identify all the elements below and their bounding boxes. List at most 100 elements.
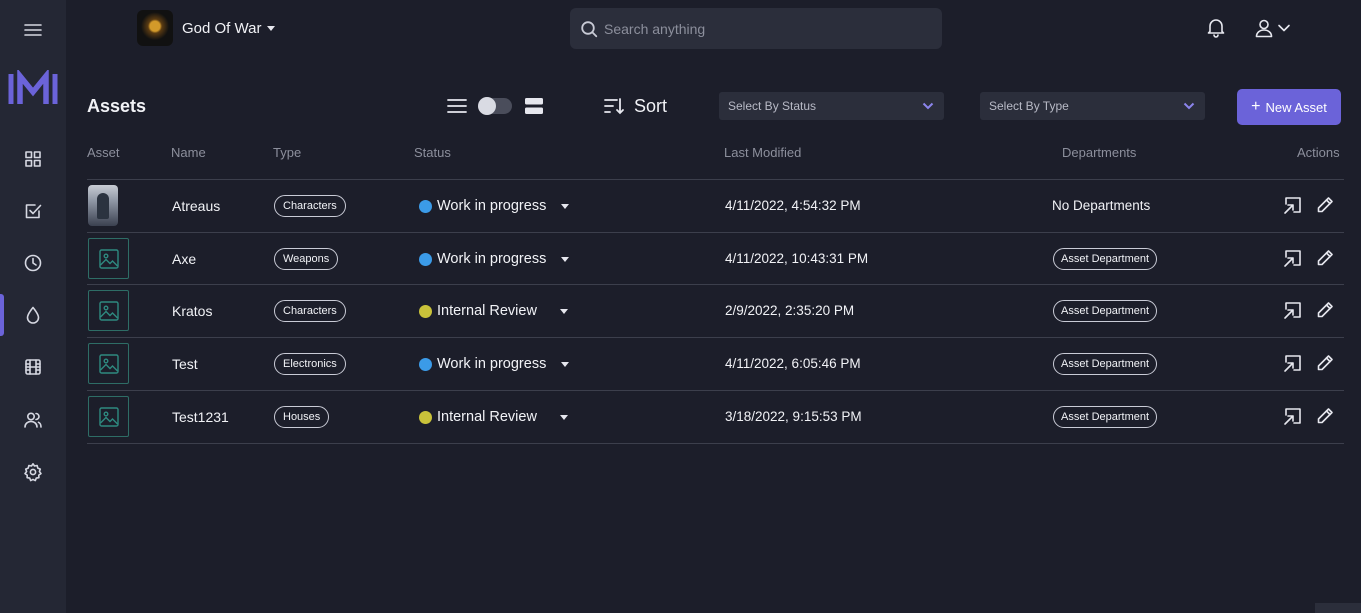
type-badge: Electronics <box>274 353 346 375</box>
project-name: God Of War <box>182 19 262 37</box>
image-placeholder-icon <box>98 406 119 427</box>
nav-dashboard[interactable] <box>0 139 66 179</box>
open-icon <box>1284 355 1301 372</box>
menu-button[interactable] <box>0 10 66 50</box>
status-label: Work in progress <box>437 198 547 214</box>
edit-icon <box>1317 355 1333 371</box>
status-label: Work in progress <box>437 356 547 372</box>
table-row[interactable]: Axe Weapons Work in progress 4/11/2022, … <box>87 232 1344 285</box>
search-icon <box>581 20 598 37</box>
edit-asset-button[interactable] <box>1315 195 1337 217</box>
last-modified: 4/11/2022, 10:43:31 PM <box>725 251 869 266</box>
open-asset-button[interactable] <box>1283 406 1305 428</box>
asset-thumbnail <box>88 185 118 226</box>
status-dropdown[interactable]: Internal Review <box>419 406 568 428</box>
type-badge: Houses <box>274 406 330 428</box>
status-filter-select[interactable]: Select By Status <box>719 92 944 120</box>
table-row[interactable]: Test Electronics Work in progress 4/11/2… <box>87 337 1344 390</box>
table-row[interactable]: Test1231 Houses Internal Review 3/18/202… <box>87 390 1344 443</box>
edit-icon <box>1317 250 1333 266</box>
logo <box>8 70 58 104</box>
type-badge: Characters <box>274 195 346 217</box>
edit-asset-button[interactable] <box>1315 248 1337 270</box>
status-dropdown[interactable]: Work in progress <box>419 195 569 217</box>
user-icon <box>1255 19 1273 38</box>
list-view-button[interactable] <box>446 96 468 116</box>
asset-name: Kratos <box>172 303 213 319</box>
new-asset-label: New Asset <box>1265 99 1327 115</box>
nav-media[interactable] <box>0 347 66 387</box>
column-header-status: Status <box>414 145 451 160</box>
card-view-button[interactable] <box>523 96 545 116</box>
column-header-actions: Actions <box>1297 145 1340 160</box>
table-row[interactable]: Atreaus Characters Work in progress 4/11… <box>87 179 1344 232</box>
project-thumbnail <box>137 10 173 46</box>
asset-thumbnail <box>88 238 129 279</box>
type-badge: Weapons <box>274 248 339 270</box>
sort-label: Sort <box>634 95 668 116</box>
dashboard-icon <box>25 151 41 167</box>
status-dot <box>419 304 432 318</box>
open-icon <box>1284 408 1301 425</box>
bell-icon <box>1207 19 1225 38</box>
status-dropdown[interactable]: Work in progress <box>419 353 569 375</box>
column-header-asset: Asset <box>87 145 120 160</box>
status-dropdown[interactable]: Work in progress <box>419 248 569 270</box>
open-icon <box>1284 197 1301 214</box>
last-modified: 4/11/2022, 6:05:46 PM <box>725 356 861 371</box>
edit-asset-button[interactable] <box>1315 300 1337 322</box>
asset-name: Axe <box>172 251 197 267</box>
new-asset-button[interactable]: + New Asset <box>1237 89 1341 125</box>
nav-assets[interactable] <box>0 295 66 335</box>
tasks-icon <box>25 204 42 219</box>
asset-name: Test1231 <box>172 409 229 425</box>
edit-asset-button[interactable] <box>1315 353 1337 375</box>
caret-down-icon <box>560 309 568 314</box>
last-modified: 2/9/2022, 2:35:20 PM <box>725 303 855 318</box>
column-header-type: Type <box>273 145 302 160</box>
sort-icon <box>604 98 624 115</box>
department-badge: Asset Department <box>1053 406 1158 428</box>
assets-icon <box>26 306 40 324</box>
open-icon <box>1284 250 1301 267</box>
nav-tasks[interactable] <box>0 191 66 231</box>
users-icon <box>24 412 42 428</box>
open-asset-button[interactable] <box>1283 195 1305 217</box>
asset-name: Test <box>172 356 198 372</box>
nav-settings[interactable] <box>0 452 66 492</box>
project-switcher[interactable]: God Of War <box>137 10 276 46</box>
asset-thumbnail <box>88 290 129 331</box>
status-dot <box>419 199 432 213</box>
search-input[interactable] <box>604 20 924 37</box>
type-filter-value: Select By Type <box>989 99 1069 113</box>
caret-down-icon <box>561 204 569 209</box>
status-label: Internal Review <box>437 409 537 425</box>
edit-asset-button[interactable] <box>1315 406 1337 428</box>
status-filter-value: Select By Status <box>728 99 817 113</box>
corner-widget <box>1315 603 1361 613</box>
menu-icon <box>24 24 42 36</box>
nav-users[interactable] <box>0 400 66 440</box>
type-filter-select[interactable]: Select By Type <box>980 92 1205 120</box>
caret-down-icon <box>561 362 569 367</box>
view-toggle[interactable] <box>478 97 512 115</box>
open-asset-button[interactable] <box>1283 248 1305 270</box>
user-menu[interactable] <box>1253 16 1295 40</box>
asset-name: Atreaus <box>172 198 221 214</box>
notifications-button[interactable] <box>1205 16 1229 40</box>
search-bar[interactable] <box>570 8 942 49</box>
status-dot <box>419 410 432 424</box>
sort-button[interactable]: Sort <box>603 94 667 118</box>
open-asset-button[interactable] <box>1283 353 1305 375</box>
status-dropdown[interactable]: Internal Review <box>419 300 568 322</box>
status-label: Work in progress <box>437 251 547 267</box>
last-modified: 3/18/2022, 9:15:53 PM <box>725 409 862 424</box>
column-header-departments: Departments <box>1062 145 1137 160</box>
status-dot <box>419 357 432 371</box>
open-asset-button[interactable] <box>1283 300 1305 322</box>
edit-icon <box>1317 197 1333 213</box>
nav-history[interactable] <box>0 243 66 283</box>
department-badge: Asset Department <box>1053 353 1158 375</box>
table-row[interactable]: Kratos Characters Internal Review 2/9/20… <box>87 284 1344 337</box>
sidebar <box>0 0 66 613</box>
